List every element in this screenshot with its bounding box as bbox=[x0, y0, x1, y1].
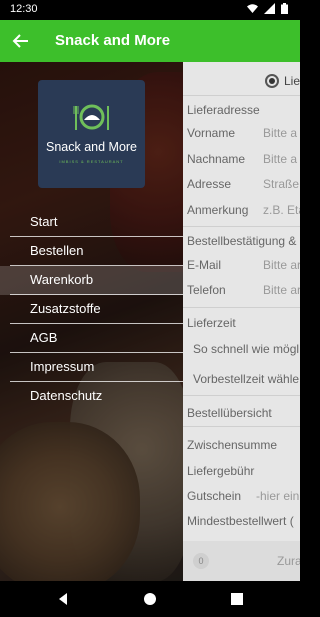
nav-home-icon[interactable] bbox=[143, 592, 157, 606]
signal-icon bbox=[264, 3, 275, 14]
system-nav-bar bbox=[0, 581, 300, 617]
menu-item-datenschutz[interactable]: Datenschutz bbox=[0, 382, 183, 411]
menu-item-start[interactable]: Start bbox=[0, 208, 183, 237]
menu-item-impressum[interactable]: Impressum bbox=[0, 353, 183, 382]
plate-cutlery-icon bbox=[73, 104, 109, 130]
menu-item-warenkorb[interactable]: Warenkorb bbox=[0, 266, 183, 295]
drawer-scrim[interactable] bbox=[183, 62, 300, 581]
status-bar: 12:30 bbox=[0, 0, 300, 20]
status-time: 12:30 bbox=[10, 3, 38, 15]
back-arrow-icon[interactable] bbox=[9, 29, 33, 53]
menu-item-label: AGB bbox=[30, 330, 58, 345]
navigation-drawer: Snack and More IMBISS & RESTAURANT Start… bbox=[0, 62, 183, 581]
app-bar: Snack and More bbox=[0, 20, 300, 62]
menu-item-label: Datenschutz bbox=[30, 388, 103, 403]
logo-tagline: IMBISS & RESTAURANT bbox=[59, 159, 124, 164]
menu-item-label: Zusatzstoffe bbox=[30, 301, 101, 316]
menu-item-bestellen[interactable]: Bestellen bbox=[0, 237, 183, 266]
logo-text: Snack and More bbox=[45, 140, 138, 154]
menu-item-label: Start bbox=[30, 214, 58, 229]
menu-item-agb[interactable]: AGB bbox=[0, 324, 183, 353]
nav-recents-icon[interactable] bbox=[230, 592, 244, 606]
drawer-menu: Start Bestellen Warenkorb Zusatzstoffe A… bbox=[0, 208, 183, 411]
nav-back-icon[interactable] bbox=[56, 592, 70, 606]
status-icons bbox=[247, 3, 292, 14]
app-title: Snack and More bbox=[55, 32, 171, 49]
menu-item-label: Warenkorb bbox=[30, 272, 94, 287]
menu-item-label: Impressum bbox=[30, 359, 95, 374]
menu-item-zusatzstoffe[interactable]: Zusatzstoffe bbox=[0, 295, 183, 324]
battery-icon bbox=[281, 3, 292, 14]
wifi-icon bbox=[247, 3, 258, 14]
restaurant-logo: Snack and More IMBISS & RESTAURANT bbox=[38, 80, 145, 188]
menu-item-label: Bestellen bbox=[30, 243, 84, 258]
